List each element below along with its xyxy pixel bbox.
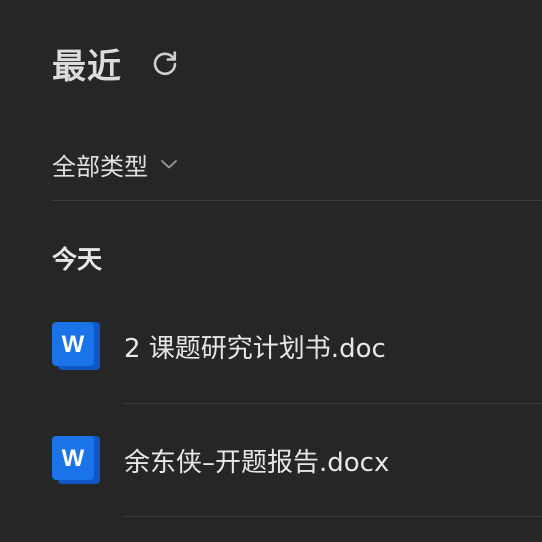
type-filter-label: 全部类型 [52, 152, 148, 181]
word-doc-icon: W [52, 322, 100, 370]
divider [52, 200, 542, 201]
page-title: 最近 [52, 46, 122, 87]
chevron-down-icon [160, 158, 178, 170]
word-icon-letter: W [62, 445, 85, 472]
type-filter-dropdown[interactable]: 全部类型 [52, 146, 178, 182]
word-icon-letter: W [62, 331, 85, 358]
file-row[interactable]: W 余东侠–开题报告.docx [52, 430, 542, 490]
refresh-icon[interactable] [148, 46, 182, 80]
recent-files-panel: 最近 全部类型 今天 W 2 课题研究计划书.doc W 余东侠–开题报告.do… [0, 0, 542, 542]
divider [124, 516, 542, 517]
file-name: 2 课题研究计划书.doc [124, 333, 386, 364]
file-name: 余东侠–开题报告.docx [124, 447, 390, 478]
section-header-today: 今天 [52, 245, 103, 274]
file-row[interactable]: W 2 课题研究计划书.doc [52, 316, 542, 376]
header: 最近 [52, 38, 182, 88]
word-doc-icon: W [52, 436, 100, 484]
divider [124, 403, 542, 404]
